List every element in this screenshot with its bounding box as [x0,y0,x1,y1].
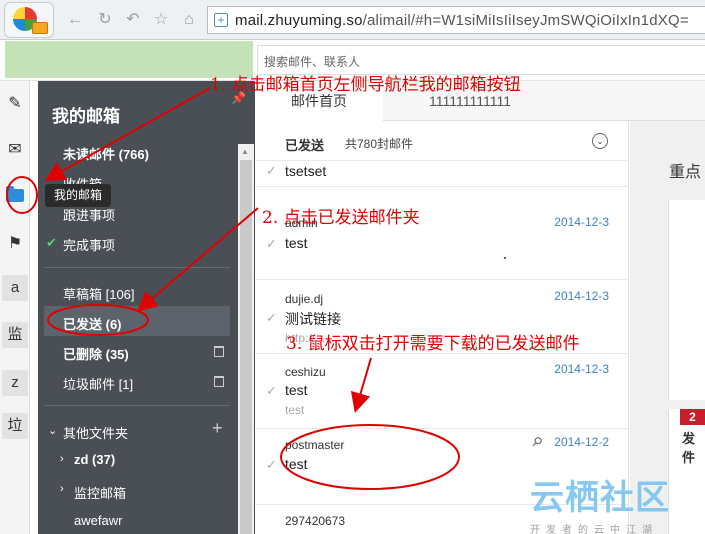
sidebar-item-spam[interactable]: 垃圾邮件 [1] [63,374,133,393]
add-folder-icon[interactable]: + [212,419,223,437]
watermark: 云栖社区 开发者的云中江湖 [530,470,670,534]
mail-preview: test [285,403,305,417]
right-pane-label: 发件 [682,431,696,465]
back-icon[interactable]: ← [66,11,84,29]
browser-toolbar: ← ↻ ↶ ☆ ⌂ + mail.zhuyuming.so/alimail/#h… [0,0,705,40]
mail-from: dujie.dj [285,292,324,306]
check-icon: ✓ [266,236,277,251]
icon-rail: ✎ ✉ ⚑ a 监 z 垃 [0,81,30,534]
my-mailbox-folder-icon[interactable] [6,186,24,202]
rail-item-spam[interactable]: 垃 [2,413,28,439]
chevron-right-icon[interactable]: › [60,483,64,495]
attachment-icon: ⚲ [528,432,546,451]
sidebar-item-done[interactable]: 完成事项 [63,235,115,254]
list-count: 共780封邮件 [345,137,414,151]
chevron-down-icon[interactable]: ⌄ [48,424,57,437]
sidebar-divider [44,405,230,406]
check-icon: ✓ [266,457,277,472]
scroll-thumb[interactable] [240,160,252,534]
mail-date: 2014-12-3 [554,289,609,303]
chevron-down-icon[interactable]: ⌄ [592,133,608,149]
mail-date: 2014-12-3 [554,362,609,376]
compose-icon[interactable]: ✎ [2,91,28,117]
home-icon[interactable]: ⌂ [180,11,198,29]
sidebar-title: 我的邮箱 [52,107,120,126]
rail-item-a[interactable]: a [2,275,28,301]
list-header: 已发送 共780封邮件 ⌄ [255,121,628,161]
annotation-step1: 1. 点击邮箱首页左侧导航栏我的邮箱按钮 [210,75,521,95]
watermark-logo-text: 云栖社区 [530,478,670,518]
sidebar-scrollbar[interactable]: ▲ [238,144,254,534]
refresh-icon[interactable]: ↻ [96,11,114,29]
sidebar-item-awefawr[interactable]: awefawr [74,513,122,528]
address-text: mail.zhuyuming.so/alimail/#h=W1siMiIsIiI… [235,12,689,29]
mail-from: ceshizu [285,365,326,379]
mail-from: 297420673 [285,514,346,528]
address-bar[interactable]: + mail.zhuyuming.so/alimail/#h=W1siMiIsI… [207,6,705,34]
list-title: 已发送 [285,138,325,153]
bookmark-star-icon[interactable]: ☆ [152,11,170,29]
watermark-subtitle: 开发者的云中江湖 [530,525,658,534]
sidebar-item-deleted[interactable]: 已删除 (35) [63,344,129,363]
right-pane-card [668,200,705,400]
mail-date: 2014-12-2 [554,435,609,449]
browser-menu-button[interactable] [4,2,54,38]
sidebar-item-followup[interactable]: 跟进事项 [63,205,115,224]
mail-row[interactable]: ✓ tsetset [255,162,628,187]
site-info-icon[interactable]: + [214,13,228,27]
mail-from: postmaster [285,438,345,452]
annotation-step2: 2. 点击已发送邮件夹 [262,208,420,228]
sidebar-item-drafts[interactable]: 草稿箱 [106] [63,284,135,303]
mail-subject: 测试链接 [285,311,341,327]
sidebar-item-other-folders[interactable]: 其他文件夹 [63,423,128,442]
right-pane-badge: 2 [680,409,705,425]
check-icon: ✓ [266,310,277,325]
mail-icon[interactable]: ✉ [2,137,28,163]
undo-icon[interactable]: ↶ [124,11,142,29]
scroll-up-icon[interactable]: ▲ [241,147,249,156]
sidebar-item-unread[interactable]: 未读邮件 (766) [63,144,149,163]
mail-subject: test [285,235,308,251]
check-icon: ✔ [46,235,57,250]
search-placeholder: 搜索邮件、联系人 [264,55,361,69]
mail-subject: tsetset [285,163,327,179]
sidebar-item-monitor[interactable]: 监控邮箱 [74,483,126,502]
user-badge-icon [32,22,48,34]
right-pane-title: 重点 [669,164,702,181]
red-dot [504,257,506,259]
sidebar-item-zd[interactable]: zd (37) [74,452,115,467]
mail-subject: test [285,456,308,472]
check-icon: ✓ [266,163,277,178]
sidebar-item-sent[interactable]: 已发送 (6) [63,314,122,333]
rail-item-monitor[interactable]: 监 [2,322,28,348]
folder-sidebar: 我的邮箱 📌 未读邮件 (766) 收件箱 跟进事项 ✔ 完成事项 草稿箱 [1… [38,81,255,534]
mail-subject: test [285,382,308,398]
flag-icon[interactable]: ⚑ [2,231,28,257]
mail-row[interactable]: ceshizu 2014-12-3 ✓ test test [255,355,628,429]
sidebar-divider [44,267,230,268]
chevron-right-icon[interactable]: › [60,453,64,465]
empty-trash-icon[interactable] [214,346,224,357]
check-icon: ✓ [266,383,277,398]
annotation-step3: 3. 鼠标双击打开需要下载的已发送邮件 [286,334,580,354]
empty-spam-icon[interactable] [214,376,224,387]
rail-item-z[interactable]: z [2,370,28,396]
my-mailbox-tooltip: 我的邮箱 [45,184,111,207]
mail-date: 2014-12-3 [554,215,609,229]
